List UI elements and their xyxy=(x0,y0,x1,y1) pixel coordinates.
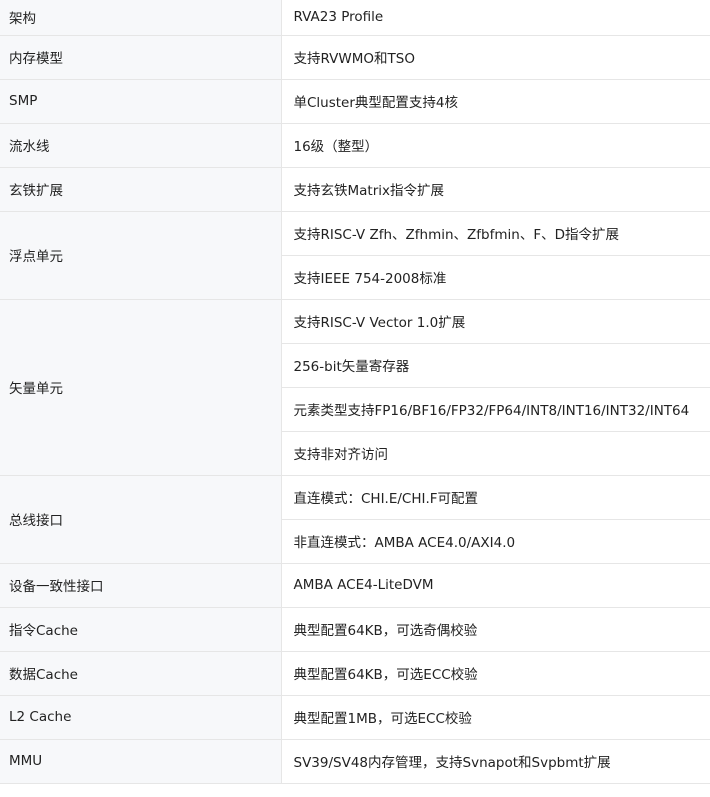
spec-value-cell: 16级（整型） xyxy=(281,123,710,168)
table-row: 指令Cache 典型配置64KB，可选奇偶校验 xyxy=(0,607,710,652)
spec-value-cell: 支持RISC-V Zfh、Zfhmin、Zfbfmin、F、D指令扩展 xyxy=(281,211,710,256)
spec-label-cell: MMU xyxy=(0,739,282,784)
spec-value-cell: 单Cluster典型配置支持4核 xyxy=(281,79,710,124)
table-row: MMU SV39/SV48内存管理，支持Svnapot和Svpbmt扩展 xyxy=(0,739,710,784)
spec-label-cell: 玄铁扩展 xyxy=(0,167,282,212)
spec-value-cell: 元素类型支持FP16/BF16/FP32/FP64/INT8/INT16/INT… xyxy=(281,387,710,432)
table-row: L2 Cache 典型配置1MB，可选ECC校验 xyxy=(0,695,710,740)
table-row: 流水线 16级（整型） xyxy=(0,123,710,168)
table-row: SMP 单Cluster典型配置支持4核 xyxy=(0,79,710,124)
table-row: 架构 RVA23 Profile xyxy=(0,0,710,36)
spec-value-cell: 非直连模式：AMBA ACE4.0/AXI4.0 xyxy=(281,519,710,564)
spec-label-cell: 矢量单元 xyxy=(0,299,282,476)
spec-label-cell: 内存模型 xyxy=(0,35,282,80)
spec-label-cell: 总线接口 xyxy=(0,475,282,564)
spec-value-cell: SV39/SV48内存管理，支持Svnapot和Svpbmt扩展 xyxy=(281,739,710,784)
spec-label-cell: 指令Cache xyxy=(0,607,282,652)
spec-value-cell: 直连模式：CHI.E/CHI.F可配置 xyxy=(281,475,710,520)
spec-label-cell: 架构 xyxy=(0,0,282,36)
spec-table-body: 架构 RVA23 Profile 内存模型 支持RVWMO和TSO SMP 单Cluste… xyxy=(0,0,710,784)
spec-value-cell: 支持玄铁Matrix指令扩展 xyxy=(281,167,710,212)
spec-label-cell: 设备一致性接口 xyxy=(0,563,282,608)
spec-label-cell: 浮点单元 xyxy=(0,211,282,300)
spec-value-cell: 典型配置64KB，可选奇偶校验 xyxy=(281,607,710,652)
spec-label-cell: SMP xyxy=(0,79,282,124)
spec-value-cell: 支持IEEE 754-2008标准 xyxy=(281,255,710,300)
table-row: 矢量单元 支持RISC-V Vector 1.0扩展 xyxy=(0,299,710,476)
spec-value-cell: 典型配置64KB，可选ECC校验 xyxy=(281,651,710,696)
spec-value-cell: 支持RVWMO和TSO xyxy=(281,35,710,80)
table-row: 设备一致性接口 AMBA ACE4-LiteDVM xyxy=(0,563,710,608)
spec-value-cell: 典型配置1MB，可选ECC校验 xyxy=(281,695,710,740)
spec-value-cell: 支持非对齐访问 xyxy=(281,431,710,476)
table-row: 玄铁扩展 支持玄铁Matrix指令扩展 xyxy=(0,167,710,212)
table-row: 数据Cache 典型配置64KB，可选ECC校验 xyxy=(0,651,710,696)
table-row: 浮点单元 支持RISC-V Zfh、Zfhmin、Zfbfmin、F、D指令扩展 xyxy=(0,211,710,300)
spec-value-cell: 支持RISC-V Vector 1.0扩展 xyxy=(281,299,710,344)
spec-value-cell: RVA23 Profile xyxy=(281,0,710,36)
spec-label-cell: 数据Cache xyxy=(0,651,282,696)
table-row: 内存模型 支持RVWMO和TSO xyxy=(0,35,710,80)
spec-value-cell: AMBA ACE4-LiteDVM xyxy=(281,563,710,608)
spec-value-cell: 256-bit矢量寄存器 xyxy=(281,343,710,388)
spec-label-cell: 流水线 xyxy=(0,123,282,168)
table-row: 总线接口 直连模式：CHI.E/CHI.F可配置 xyxy=(0,475,710,564)
spec-label-cell: L2 Cache xyxy=(0,695,282,740)
spec-table: 架构 RVA23 Profile 内存模型 支持RVWMO和TSO SMP 单Cluste… xyxy=(0,0,710,784)
